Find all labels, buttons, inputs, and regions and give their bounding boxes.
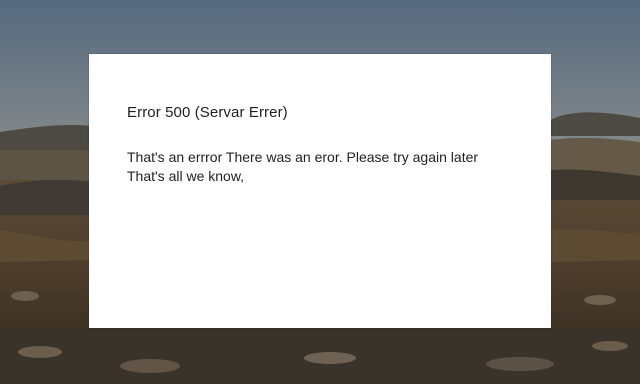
error-card: Error 500 (Servar Errer) That's an errro…	[89, 54, 551, 328]
error-message-line-2: That's all we know,	[127, 168, 245, 184]
error-message: That's an errror There was an eror. Plea…	[127, 148, 537, 186]
error-message-line-1: That's an errror There was an eror. Plea…	[127, 149, 479, 165]
error-title: Error 500 (Servar Errer)	[127, 104, 288, 121]
